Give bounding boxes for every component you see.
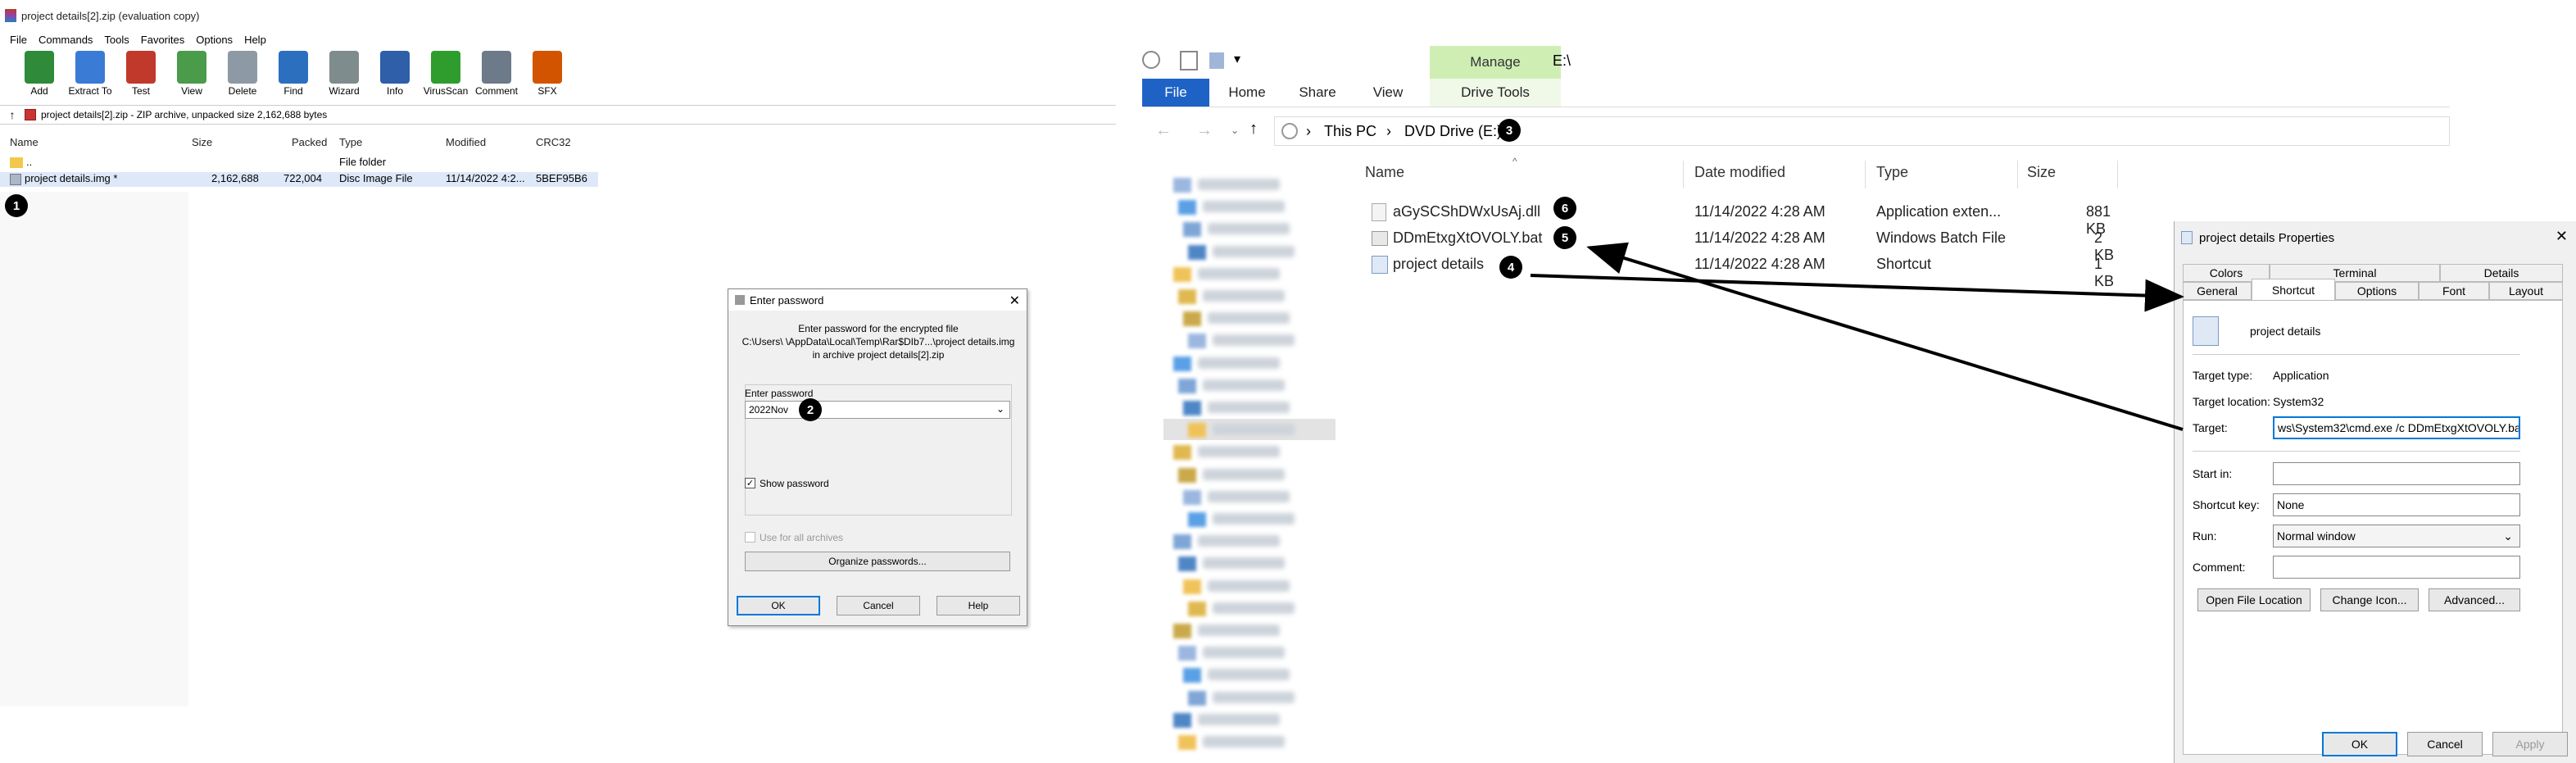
- arrow-shortcut-to-properties: [1530, 274, 2184, 312]
- annotation-arrows: [1530, 242, 2184, 431]
- arrow-target-to-batch-file: [1586, 242, 2184, 431]
